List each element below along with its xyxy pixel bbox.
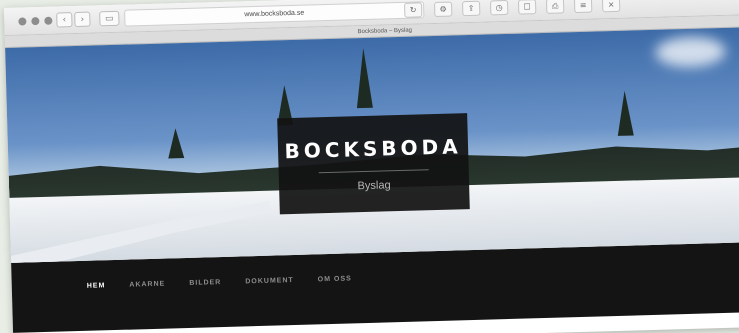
- sidebar-button[interactable]: ▭: [99, 10, 120, 27]
- sun-glare: [655, 35, 726, 68]
- tree-image: [355, 47, 373, 109]
- site-title: BOCKSBODA: [284, 133, 462, 163]
- nav-item-dokument[interactable]: DOKUMENT: [245, 277, 294, 285]
- history-icon: ◷: [495, 3, 503, 13]
- tree-image: [167, 128, 185, 159]
- share-icon: ⇪: [467, 3, 475, 14]
- nav-item-om-oss[interactable]: OM OSS: [318, 275, 352, 283]
- browser-window: ‹ › ▭ www.bocksboda.se ↻ ⚙ ⇪ ◷ ☐ ⎙ ≡ × B…: [4, 0, 739, 333]
- bookmark-icon: ☐: [523, 2, 531, 12]
- sidebar-icon: ▭: [104, 13, 114, 24]
- bookmark-button[interactable]: ☐: [517, 0, 537, 15]
- tab-title: Bocksboda – Byslag: [357, 27, 413, 35]
- settings-button[interactable]: ⚙: [433, 1, 453, 17]
- address-bar[interactable]: www.bocksboda.se: [124, 1, 425, 27]
- nav-item-akarne[interactable]: AKARNE: [129, 281, 165, 289]
- nav-item-hem[interactable]: HEM: [87, 282, 106, 290]
- site-subtitle: Byslag: [357, 178, 391, 192]
- chevron-left-icon: ‹: [62, 14, 67, 25]
- reload-icon: ↻: [409, 5, 417, 15]
- reload-button[interactable]: ↻: [404, 2, 423, 18]
- nav-item-bilder[interactable]: BILDER: [189, 279, 221, 287]
- back-button[interactable]: ‹: [56, 12, 73, 28]
- forward-button[interactable]: ›: [74, 11, 91, 28]
- address-url: www.bocksboda.se: [244, 9, 305, 19]
- share-button[interactable]: ⇪: [461, 0, 481, 17]
- tree-image: [616, 90, 634, 136]
- chevron-right-icon: ›: [80, 14, 85, 25]
- print-icon: ⎙: [551, 1, 559, 11]
- window-controls: [18, 16, 53, 26]
- logo-divider: [318, 168, 429, 173]
- print-button[interactable]: ⎙: [545, 0, 565, 14]
- history-button[interactable]: ◷: [489, 0, 509, 16]
- close-icon: ×: [607, 0, 615, 10]
- close-tab-button[interactable]: ×: [601, 0, 621, 13]
- hero-banner: BOCKSBODA Byslag: [5, 26, 739, 263]
- minimize-window-button[interactable]: [31, 17, 40, 26]
- reader-icon: ≡: [579, 0, 587, 10]
- close-window-button[interactable]: [18, 17, 27, 26]
- zoom-window-button[interactable]: [44, 16, 53, 25]
- site-logo[interactable]: BOCKSBODA Byslag: [277, 113, 470, 215]
- gear-icon: ⚙: [439, 4, 447, 14]
- reader-button[interactable]: ≡: [573, 0, 593, 14]
